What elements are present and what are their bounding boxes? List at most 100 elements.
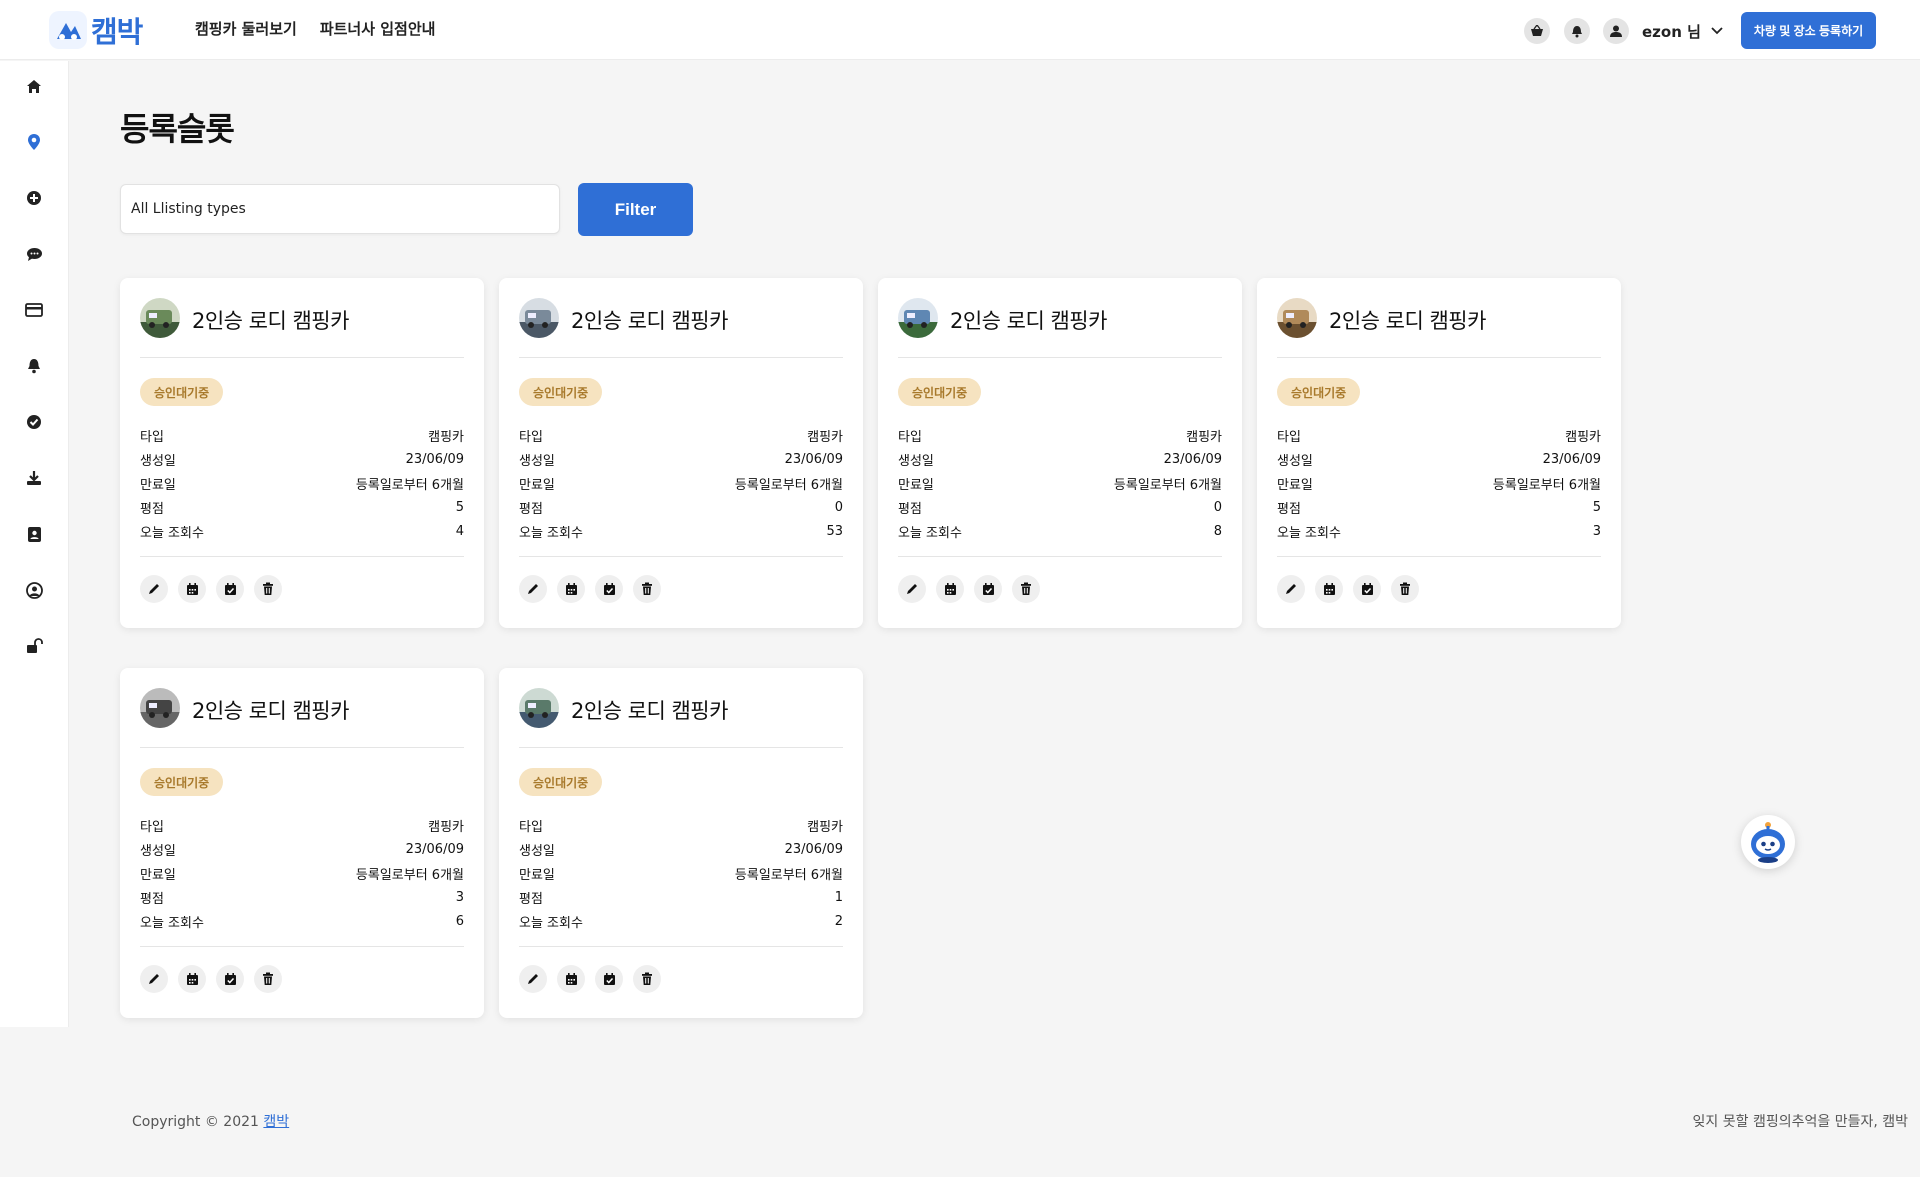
basket-icon[interactable] [1524, 18, 1550, 44]
card-row-expires: 만료일 등록일로부터 6개월 [1277, 471, 1601, 495]
footer-brand-link[interactable]: 캠박 [263, 1114, 289, 1130]
card-row-expires: 만료일 등록일로부터 6개월 [898, 471, 1222, 495]
trash-icon[interactable] [1391, 575, 1419, 603]
card-row-label: 평점 [140, 891, 164, 907]
listing-title[interactable]: 2인승 로디 캠핑카 [192, 305, 349, 335]
chat-icon[interactable] [21, 241, 47, 267]
edit-icon[interactable] [898, 575, 926, 603]
card-row-label: 타입 [1277, 429, 1301, 445]
divider [1277, 556, 1601, 557]
edit-icon[interactable] [519, 965, 547, 993]
card-actions [519, 965, 661, 993]
download-icon[interactable] [21, 465, 47, 491]
calendar-icon[interactable] [178, 575, 206, 603]
card-row-value: 23/06/09 [784, 451, 843, 467]
add-circle-icon[interactable] [21, 185, 47, 211]
bell-icon[interactable] [21, 353, 47, 379]
listing-card[interactable]: 2인승 로디 캠핑카 승인대기중 타입 캠핑카 생성일 23/06/09 만료일… [499, 278, 863, 628]
credit-card-icon[interactable] [21, 297, 47, 323]
card-row-label: 타입 [898, 429, 922, 445]
listing-type-select[interactable]: All Llisting types [120, 184, 560, 234]
listing-details: 타입 캠핑카 생성일 23/06/09 만료일 등록일로부터 6개월 평점 1 … [519, 813, 843, 933]
divider [898, 556, 1222, 557]
trash-icon[interactable] [254, 965, 282, 993]
card-row-type: 타입 캠핑카 [1277, 423, 1601, 447]
trash-icon[interactable] [633, 965, 661, 993]
listing-card[interactable]: 2인승 로디 캠핑카 승인대기중 타입 캠핑카 생성일 23/06/09 만료일… [120, 668, 484, 1018]
user-icon[interactable] [1603, 18, 1629, 44]
logo[interactable]: 캠박 [49, 9, 158, 51]
listing-title[interactable]: 2인승 로디 캠핑카 [1329, 305, 1486, 335]
card-row-value: 등록일로부터 6개월 [355, 477, 464, 493]
logo-text: 캠박 [91, 15, 143, 49]
card-row-value: 23/06/09 [405, 451, 464, 467]
edit-icon[interactable] [140, 965, 168, 993]
listing-title[interactable]: 2인승 로디 캠핑카 [192, 695, 349, 725]
listing-details: 타입 캠핑카 생성일 23/06/09 만료일 등록일로부터 6개월 평점 0 … [519, 423, 843, 543]
calendar-check-icon[interactable] [595, 575, 623, 603]
user-circle-icon[interactable] [21, 577, 47, 603]
calendar-icon[interactable] [1315, 575, 1343, 603]
edit-icon[interactable] [519, 575, 547, 603]
calendar-check-icon[interactable] [595, 965, 623, 993]
status-badge: 승인대기중 [519, 768, 603, 796]
chatbot-button[interactable] [1741, 815, 1795, 869]
card-actions [898, 575, 1040, 603]
card-row-label: 만료일 [140, 477, 176, 493]
trash-icon[interactable] [254, 575, 282, 603]
calendar-icon[interactable] [178, 965, 206, 993]
register-vehicle-button[interactable]: 차량 및 장소 등록하기 [1741, 12, 1876, 49]
card-row-value: 캠핑카 [807, 819, 843, 835]
listing-thumbnail [140, 688, 180, 728]
card-row-rating: 평점 1 [519, 885, 843, 909]
card-row-expires: 만료일 등록일로부터 6개월 [519, 861, 843, 885]
listing-title[interactable]: 2인승 로디 캠핑카 [571, 305, 728, 335]
nav-browse-campers[interactable]: 캠핑카 둘러보기 [195, 18, 297, 39]
card-row-value: 3 [1592, 523, 1601, 539]
divider [140, 946, 464, 947]
calendar-icon[interactable] [557, 965, 585, 993]
calendar-icon[interactable] [557, 575, 585, 603]
listing-card[interactable]: 2인승 로디 캠핑카 승인대기중 타입 캠핑카 생성일 23/06/09 만료일… [120, 278, 484, 628]
listing-title[interactable]: 2인승 로디 캠핑카 [571, 695, 728, 725]
divider [140, 747, 464, 748]
home-icon[interactable] [21, 73, 47, 99]
card-row-label: 만료일 [140, 867, 176, 883]
footer-copyright: Copyright © 2021 캠박 [132, 1111, 289, 1131]
listing-card[interactable]: 2인승 로디 캠핑카 승인대기중 타입 캠핑카 생성일 23/06/09 만료일… [878, 278, 1242, 628]
trash-icon[interactable] [633, 575, 661, 603]
status-badge: 승인대기중 [1277, 378, 1361, 406]
trash-icon[interactable] [1012, 575, 1040, 603]
nav-partner-info[interactable]: 파트너사 입점안내 [320, 18, 436, 39]
listing-card[interactable]: 2인승 로디 캠핑카 승인대기중 타입 캠핑카 생성일 23/06/09 만료일… [1257, 278, 1621, 628]
card-row-value: 23/06/09 [405, 841, 464, 857]
unlock-icon[interactable] [21, 633, 47, 659]
bell-icon[interactable] [1564, 18, 1590, 44]
check-circle-icon[interactable] [21, 409, 47, 435]
user-name[interactable]: ezon 님 [1642, 21, 1701, 42]
card-row-views: 오늘 조회수 6 [140, 909, 464, 933]
calendar-check-icon[interactable] [216, 575, 244, 603]
map-pin-icon[interactable] [21, 129, 47, 155]
calendar-check-icon[interactable] [974, 575, 1002, 603]
card-row-views: 오늘 조회수 53 [519, 519, 843, 543]
card-row-expires: 만료일 등록일로부터 6개월 [140, 861, 464, 885]
listing-card[interactable]: 2인승 로디 캠핑카 승인대기중 타입 캠핑카 생성일 23/06/09 만료일… [499, 668, 863, 1018]
card-row-label: 생성일 [519, 843, 555, 859]
edit-icon[interactable] [1277, 575, 1305, 603]
filter-button[interactable]: Filter [578, 183, 693, 236]
edit-icon[interactable] [140, 575, 168, 603]
card-row-expires: 만료일 등록일로부터 6개월 [519, 471, 843, 495]
listing-title[interactable]: 2인승 로디 캠핑카 [950, 305, 1107, 335]
calendar-icon[interactable] [936, 575, 964, 603]
chevron-down-icon[interactable] [1710, 22, 1724, 41]
card-row-created: 생성일 23/06/09 [519, 837, 843, 861]
calendar-check-icon[interactable] [216, 965, 244, 993]
address-book-icon[interactable] [21, 521, 47, 547]
card-row-value: 등록일로부터 6개월 [734, 477, 843, 493]
calendar-check-icon[interactable] [1353, 575, 1381, 603]
card-row-rating: 평점 0 [519, 495, 843, 519]
card-row-label: 만료일 [519, 867, 555, 883]
divider [140, 556, 464, 557]
card-row-label: 타입 [519, 819, 543, 835]
